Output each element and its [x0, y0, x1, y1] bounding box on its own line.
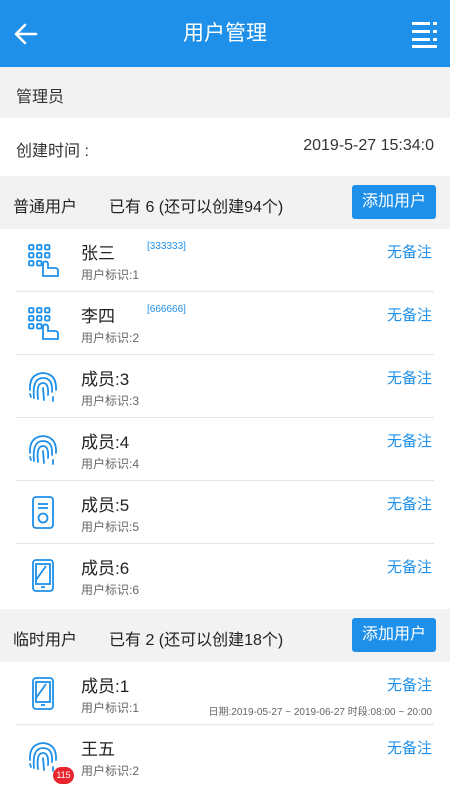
user-note[interactable]: 无备注 — [387, 367, 432, 388]
fingerprint-icon — [29, 372, 57, 402]
user-note[interactable]: 无备注 — [387, 674, 432, 695]
page-title: 用户管理 — [183, 22, 267, 45]
admin-label: 管理员 — [16, 89, 65, 106]
phone-icon — [32, 677, 54, 710]
list-item[interactable]: 成员:1 用户标识:1 无备注 日期:2019-05-27 ~ 2019-06-… — [0, 662, 450, 725]
user-note[interactable]: 无备注 — [387, 241, 432, 262]
user-name: 李四 — [81, 307, 115, 326]
user-name: 成员:4 — [81, 433, 130, 452]
user-name: 成员:6 — [81, 559, 130, 578]
user-note[interactable]: 无备注 — [387, 737, 432, 758]
keypad-icon — [28, 244, 59, 277]
user-name: 成员:1 — [81, 677, 130, 696]
user-code: [333333] — [147, 241, 186, 252]
user-note[interactable]: 无备注 — [387, 493, 432, 514]
keypad-icon — [28, 307, 59, 340]
user-id: 用户标识:1 — [81, 268, 140, 282]
temporary-users-title: 临时用户 — [13, 632, 78, 649]
list-item[interactable]: 李四 [666666] 用户标识:2 无备注 — [0, 292, 450, 355]
list-item[interactable]: 张三 [333333] 用户标识:1 无备注 — [0, 229, 450, 292]
user-note[interactable]: 无备注 — [387, 556, 432, 577]
user-id: 用户标识:2 — [81, 764, 140, 778]
phone-icon — [32, 559, 54, 592]
user-name: 王五 — [81, 740, 115, 759]
user-note[interactable]: 无备注 — [387, 304, 432, 325]
regular-users-header: 普通用户 已有 6 (还可以创建94个) 添加用户 — [0, 176, 450, 229]
user-name: 张三 — [81, 244, 115, 263]
user-id: 用户标识:2 — [81, 331, 140, 345]
creation-time-value: 2019-5-27 15:34:0 — [303, 137, 434, 154]
user-id: 用户标识:6 — [81, 583, 140, 597]
user-name: 成员:3 — [81, 370, 130, 389]
user-id: 用户标识:3 — [81, 394, 140, 408]
add-temporary-user-button[interactable]: 添加用户 — [352, 618, 436, 652]
add-regular-user-button[interactable]: 添加用户 — [352, 185, 436, 219]
regular-users-list: 张三 [333333] 用户标识:1 无备注 李四 [666666] 用户标识:… — [0, 229, 450, 609]
admin-row: 管理员 — [0, 67, 450, 118]
user-note[interactable]: 无备注 — [387, 430, 432, 451]
user-name: 成员:5 — [81, 496, 130, 515]
app-bar: 用户管理 — [0, 0, 450, 67]
card-icon — [32, 496, 54, 529]
temporary-users-header: 临时用户 已有 2 (还可以创建18个) 添加用户 — [0, 609, 450, 662]
regular-users-title: 普通用户 — [13, 199, 78, 216]
user-code: [666666] — [147, 304, 186, 315]
creation-time-label: 创建时间 : — [16, 143, 89, 160]
count-badge: 115 — [53, 767, 74, 784]
access-period: 日期:2019-05-27 ~ 2019-06-27 时段:08:00 ~ 20… — [208, 707, 432, 718]
list-item[interactable]: 成员:3 用户标识:3 无备注 — [0, 355, 450, 418]
creation-time-row: 创建时间 : 2019-5-27 15:34:0 — [0, 118, 450, 176]
list-menu-icon[interactable] — [410, 18, 440, 50]
list-item[interactable]: 成员:6 用户标识:6 无备注 — [0, 544, 450, 607]
fingerprint-icon — [29, 435, 57, 465]
regular-users-count: 已有 6 (还可以创建94个) — [109, 199, 284, 216]
list-item[interactable]: 成员:4 用户标识:4 无备注 — [0, 418, 450, 481]
user-id: 用户标识:1 — [81, 701, 140, 715]
user-id: 用户标识:4 — [81, 457, 140, 471]
temporary-users-count: 已有 2 (还可以创建18个) — [109, 632, 284, 649]
user-id: 用户标识:5 — [81, 520, 140, 534]
list-item[interactable]: 成员:5 用户标识:5 无备注 — [0, 481, 450, 544]
